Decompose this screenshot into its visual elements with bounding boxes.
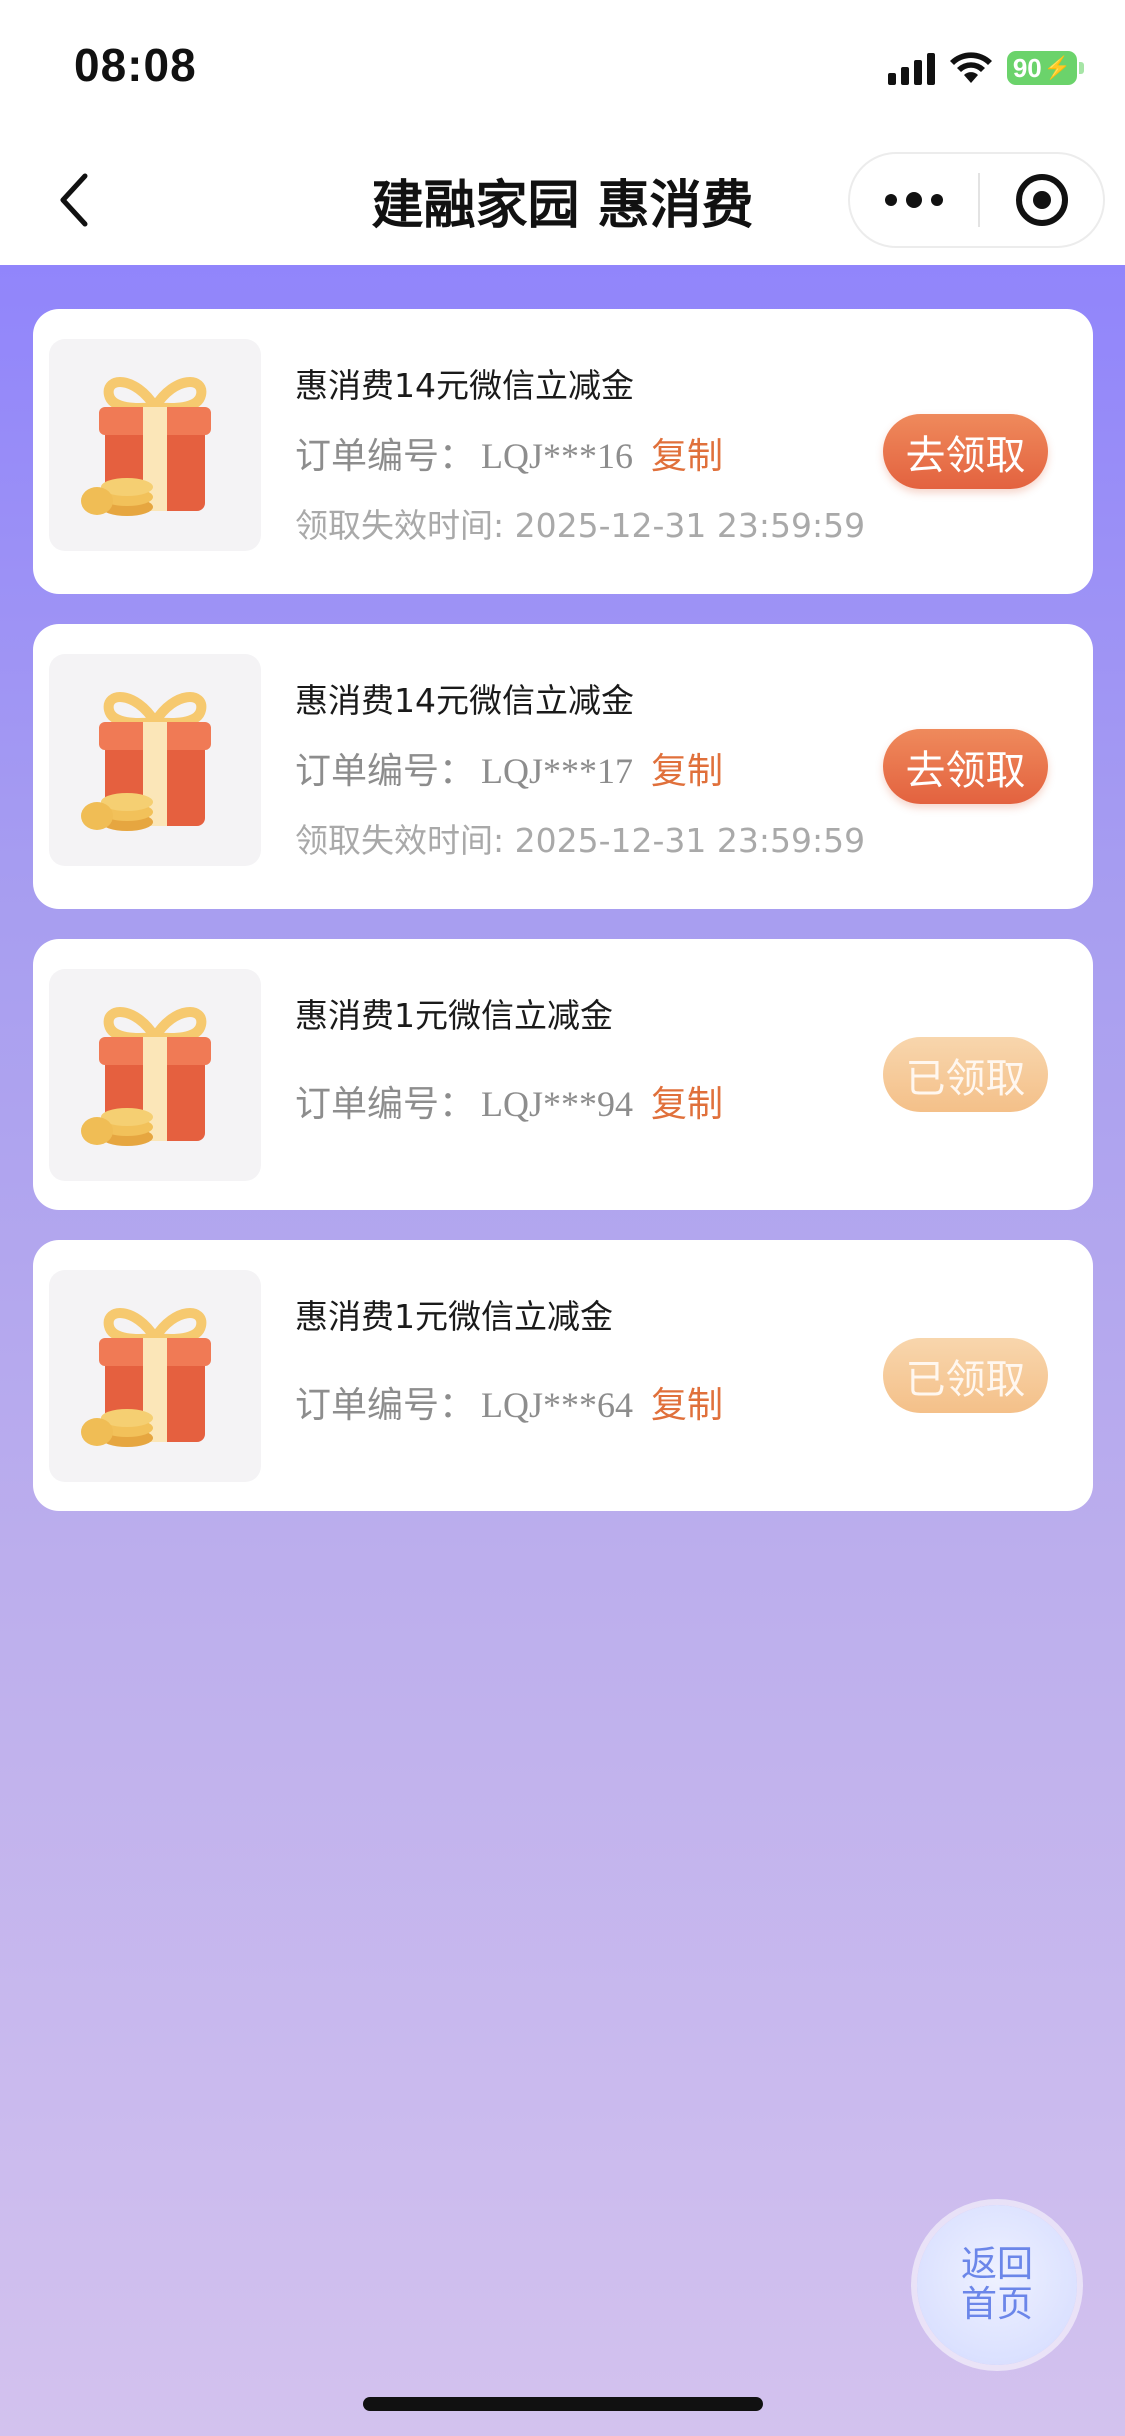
order-number: LQJ***64 — [481, 1385, 634, 1425]
gift-thumbnail — [49, 969, 261, 1181]
gift-box-icon — [81, 377, 211, 516]
order-label: 订单编号： — [295, 436, 476, 477]
order-label: 订单编号： — [295, 1084, 476, 1125]
order-row: 订单编号： LQJ***94 复制 — [295, 1075, 723, 1127]
signal-icon — [888, 51, 935, 85]
voucher-card: 惠消费14元微信立减金 订单编号： LQJ***16 复制 领取失效时间: 20… — [33, 309, 1093, 594]
battery-level: 90 — [1012, 52, 1042, 83]
voucher-card: 惠消费1元微信立减金 订单编号： LQJ***94 复制 已领取 — [33, 939, 1093, 1210]
order-number: LQJ***16 — [481, 436, 634, 476]
home-button[interactable]: 返回 首页 — [917, 2205, 1077, 2365]
copy-button[interactable]: 复制 — [651, 742, 723, 794]
gift-box-icon — [81, 1007, 211, 1146]
battery-icon: 90 ⚡ — [1007, 51, 1084, 85]
close-circle-icon — [1015, 174, 1068, 226]
voucher-title: 惠消费1元微信立减金 — [295, 996, 613, 1035]
status-time: 08:08 — [74, 39, 197, 91]
home-button-line1: 返回 — [960, 2244, 1033, 2285]
claim-button[interactable]: 去领取 — [883, 414, 1048, 489]
order-row: 订单编号： LQJ***64 复制 — [295, 1376, 723, 1428]
gift-thumbnail — [49, 339, 261, 551]
wifi-icon — [950, 52, 992, 83]
more-dots-icon — [885, 194, 897, 206]
mini-program-capsule — [848, 152, 1105, 248]
voucher-list: 惠消费14元微信立减金 订单编号： LQJ***16 复制 领取失效时间: 20… — [0, 265, 1125, 2436]
more-button[interactable] — [850, 154, 978, 246]
claimed-button[interactable]: 已领取 — [883, 1037, 1048, 1112]
claim-button[interactable]: 去领取 — [883, 729, 1048, 804]
home-indicator[interactable] — [363, 2397, 763, 2411]
order-number: LQJ***17 — [481, 751, 634, 791]
home-button-line2: 首页 — [960, 2284, 1033, 2325]
copy-button[interactable]: 复制 — [651, 1376, 723, 1428]
order-row: 订单编号： LQJ***17 复制 — [295, 742, 723, 794]
order-row: 订单编号： LQJ***16 复制 — [295, 427, 723, 479]
nav-bar: 建融家园 惠消费 — [0, 135, 1125, 265]
close-button[interactable] — [980, 154, 1103, 246]
copy-button[interactable]: 复制 — [651, 427, 723, 479]
gift-box-icon — [81, 1308, 211, 1447]
voucher-title: 惠消费14元微信立减金 — [295, 681, 634, 720]
order-label: 订单编号： — [295, 1385, 476, 1426]
voucher-title: 惠消费14元微信立减金 — [295, 366, 634, 405]
order-label: 订单编号： — [295, 751, 476, 792]
voucher-title: 惠消费1元微信立减金 — [295, 1297, 613, 1336]
voucher-card: 惠消费1元微信立减金 订单编号： LQJ***64 复制 已领取 — [33, 1240, 1093, 1511]
status-bar: 08:08 90 ⚡ — [0, 0, 1125, 135]
copy-button[interactable]: 复制 — [651, 1075, 723, 1127]
voucher-card: 惠消费14元微信立减金 订单编号： LQJ***17 复制 领取失效时间: 20… — [33, 624, 1093, 909]
order-number: LQJ***94 — [481, 1084, 634, 1124]
gift-thumbnail — [49, 1270, 261, 1482]
claimed-button[interactable]: 已领取 — [883, 1338, 1048, 1413]
expire-time: 领取失效时间: 2025-12-31 23:59:59 — [295, 821, 866, 860]
expire-time: 领取失效时间: 2025-12-31 23:59:59 — [295, 506, 866, 545]
status-icons: 90 ⚡ — [888, 48, 1084, 88]
gift-thumbnail — [49, 654, 261, 866]
gift-box-icon — [81, 692, 211, 831]
